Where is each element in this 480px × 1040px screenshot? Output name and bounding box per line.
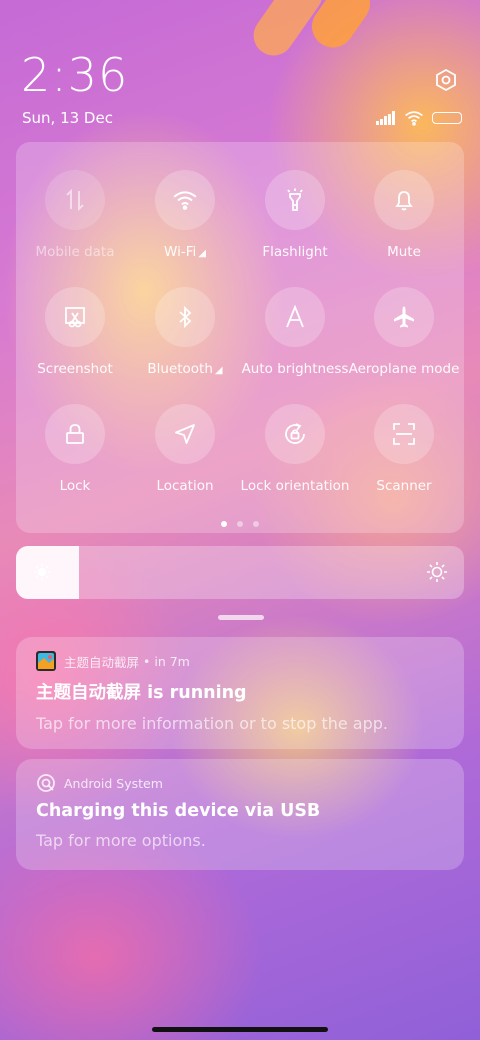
page-indicator <box>16 521 464 527</box>
mute-tile-button[interactable] <box>374 170 434 230</box>
auto-brightness-icon <box>286 305 304 328</box>
wifi-icon <box>173 191 197 210</box>
auto-brightness-tile-button[interactable] <box>265 287 325 347</box>
location-tile-button[interactable] <box>155 404 215 464</box>
tile-label: Scanner <box>376 478 432 494</box>
bluetooth-icon <box>179 305 192 329</box>
home-indicator[interactable] <box>152 1027 328 1032</box>
mobile-data-tile-button[interactable] <box>45 170 105 230</box>
tile-auto-brightness[interactable]: Auto brightness <box>240 287 350 377</box>
tile-label: Bluetooth <box>147 361 213 377</box>
page-dot[interactable] <box>237 521 243 527</box>
lock-tile-button[interactable] <box>45 404 105 464</box>
tile-label: Lock <box>59 478 91 494</box>
screenshot-icon <box>65 307 85 328</box>
settings-icon <box>436 68 456 92</box>
page-dot[interactable] <box>253 521 259 527</box>
status-icons <box>376 110 462 126</box>
notification-app-name: 主题自动截屏 <box>64 654 140 670</box>
lock-orientation-tile-button[interactable] <box>265 404 325 464</box>
notification-app-name: Android System <box>64 775 163 791</box>
notification-card[interactable]: 主题自动截屏 • in 7m 主题自动截屏 is running Tap for… <box>16 637 464 749</box>
tile-label: Lock orientation <box>240 478 350 494</box>
tile-location[interactable]: Location <box>130 404 240 494</box>
brightness-slider[interactable] <box>16 546 464 599</box>
tile-label: Mobile data <box>35 244 115 260</box>
rotation-lock-icon <box>285 423 305 444</box>
tile-bluetooth[interactable]: Bluetooth ◢ <box>130 287 240 377</box>
notification-time: in 7m <box>154 653 190 669</box>
tile-flashlight[interactable]: Flashlight <box>240 170 350 260</box>
flashlight-icon <box>287 188 303 211</box>
app-icon <box>36 651 56 671</box>
settings-button[interactable] <box>432 66 460 94</box>
expand-arrow-icon[interactable]: ◢ <box>198 248 206 259</box>
notification-text: Tap for more options. <box>36 831 206 850</box>
tile-label: Auto brightness <box>241 361 349 377</box>
tile-label: Aeroplane mode <box>348 361 460 377</box>
flashlight-tile-button[interactable] <box>265 170 325 230</box>
scanner-icon <box>393 423 415 445</box>
bell-icon <box>395 191 413 211</box>
expand-arrow-icon[interactable]: ◢ <box>215 365 223 376</box>
tile-label: Screenshot <box>37 361 113 377</box>
quick-settings-panel: Mobile data Wi-Fi ◢ Flashlight Mute Scre… <box>16 142 464 533</box>
tile-aeroplane-mode[interactable]: Aeroplane mode <box>349 287 459 377</box>
aeroplane-tile-button[interactable] <box>374 287 434 347</box>
panel-drag-handle[interactable] <box>218 615 264 620</box>
page-dot[interactable] <box>221 521 227 527</box>
airplane-icon <box>394 306 414 328</box>
brightness-low-icon <box>34 564 50 580</box>
battery-icon <box>432 112 462 124</box>
tile-lock-orientation[interactable]: Lock orientation <box>240 404 350 494</box>
notification-card[interactable]: Android System Charging this device via … <box>16 759 464 870</box>
brightness-high-icon <box>427 562 447 582</box>
tile-lock[interactable]: Lock <box>20 404 130 494</box>
tile-screenshot[interactable]: Screenshot <box>20 287 130 377</box>
screenshot-tile-button[interactable] <box>45 287 105 347</box>
separator: • <box>139 653 155 669</box>
android-system-icon <box>37 774 55 792</box>
bluetooth-tile-button[interactable] <box>155 287 215 347</box>
tile-mute[interactable]: Mute <box>349 170 459 260</box>
wifi-tile-button[interactable] <box>155 170 215 230</box>
clock: 2:36 <box>21 48 129 102</box>
lock-icon <box>66 424 84 444</box>
signal-icon <box>376 111 395 125</box>
date: Sun, 13 Dec <box>22 109 113 127</box>
wifi-status-icon <box>405 111 423 126</box>
notification-text: Tap for more information or to stop the … <box>36 714 389 733</box>
scanner-tile-button[interactable] <box>374 404 434 464</box>
notification-title: 主题自动截屏 is running <box>36 683 247 703</box>
tile-wifi[interactable]: Wi-Fi ◢ <box>130 170 240 260</box>
tile-label: Mute <box>387 244 421 260</box>
tile-scanner[interactable]: Scanner <box>349 404 459 494</box>
tile-label: Wi-Fi <box>164 244 197 260</box>
tile-label: Flashlight <box>262 244 328 260</box>
tile-mobile-data[interactable]: Mobile data <box>20 170 130 260</box>
location-icon <box>175 424 195 444</box>
mobile-data-icon <box>66 188 84 212</box>
tile-label: Location <box>156 478 214 494</box>
notification-title: Charging this device via USB <box>36 801 321 821</box>
